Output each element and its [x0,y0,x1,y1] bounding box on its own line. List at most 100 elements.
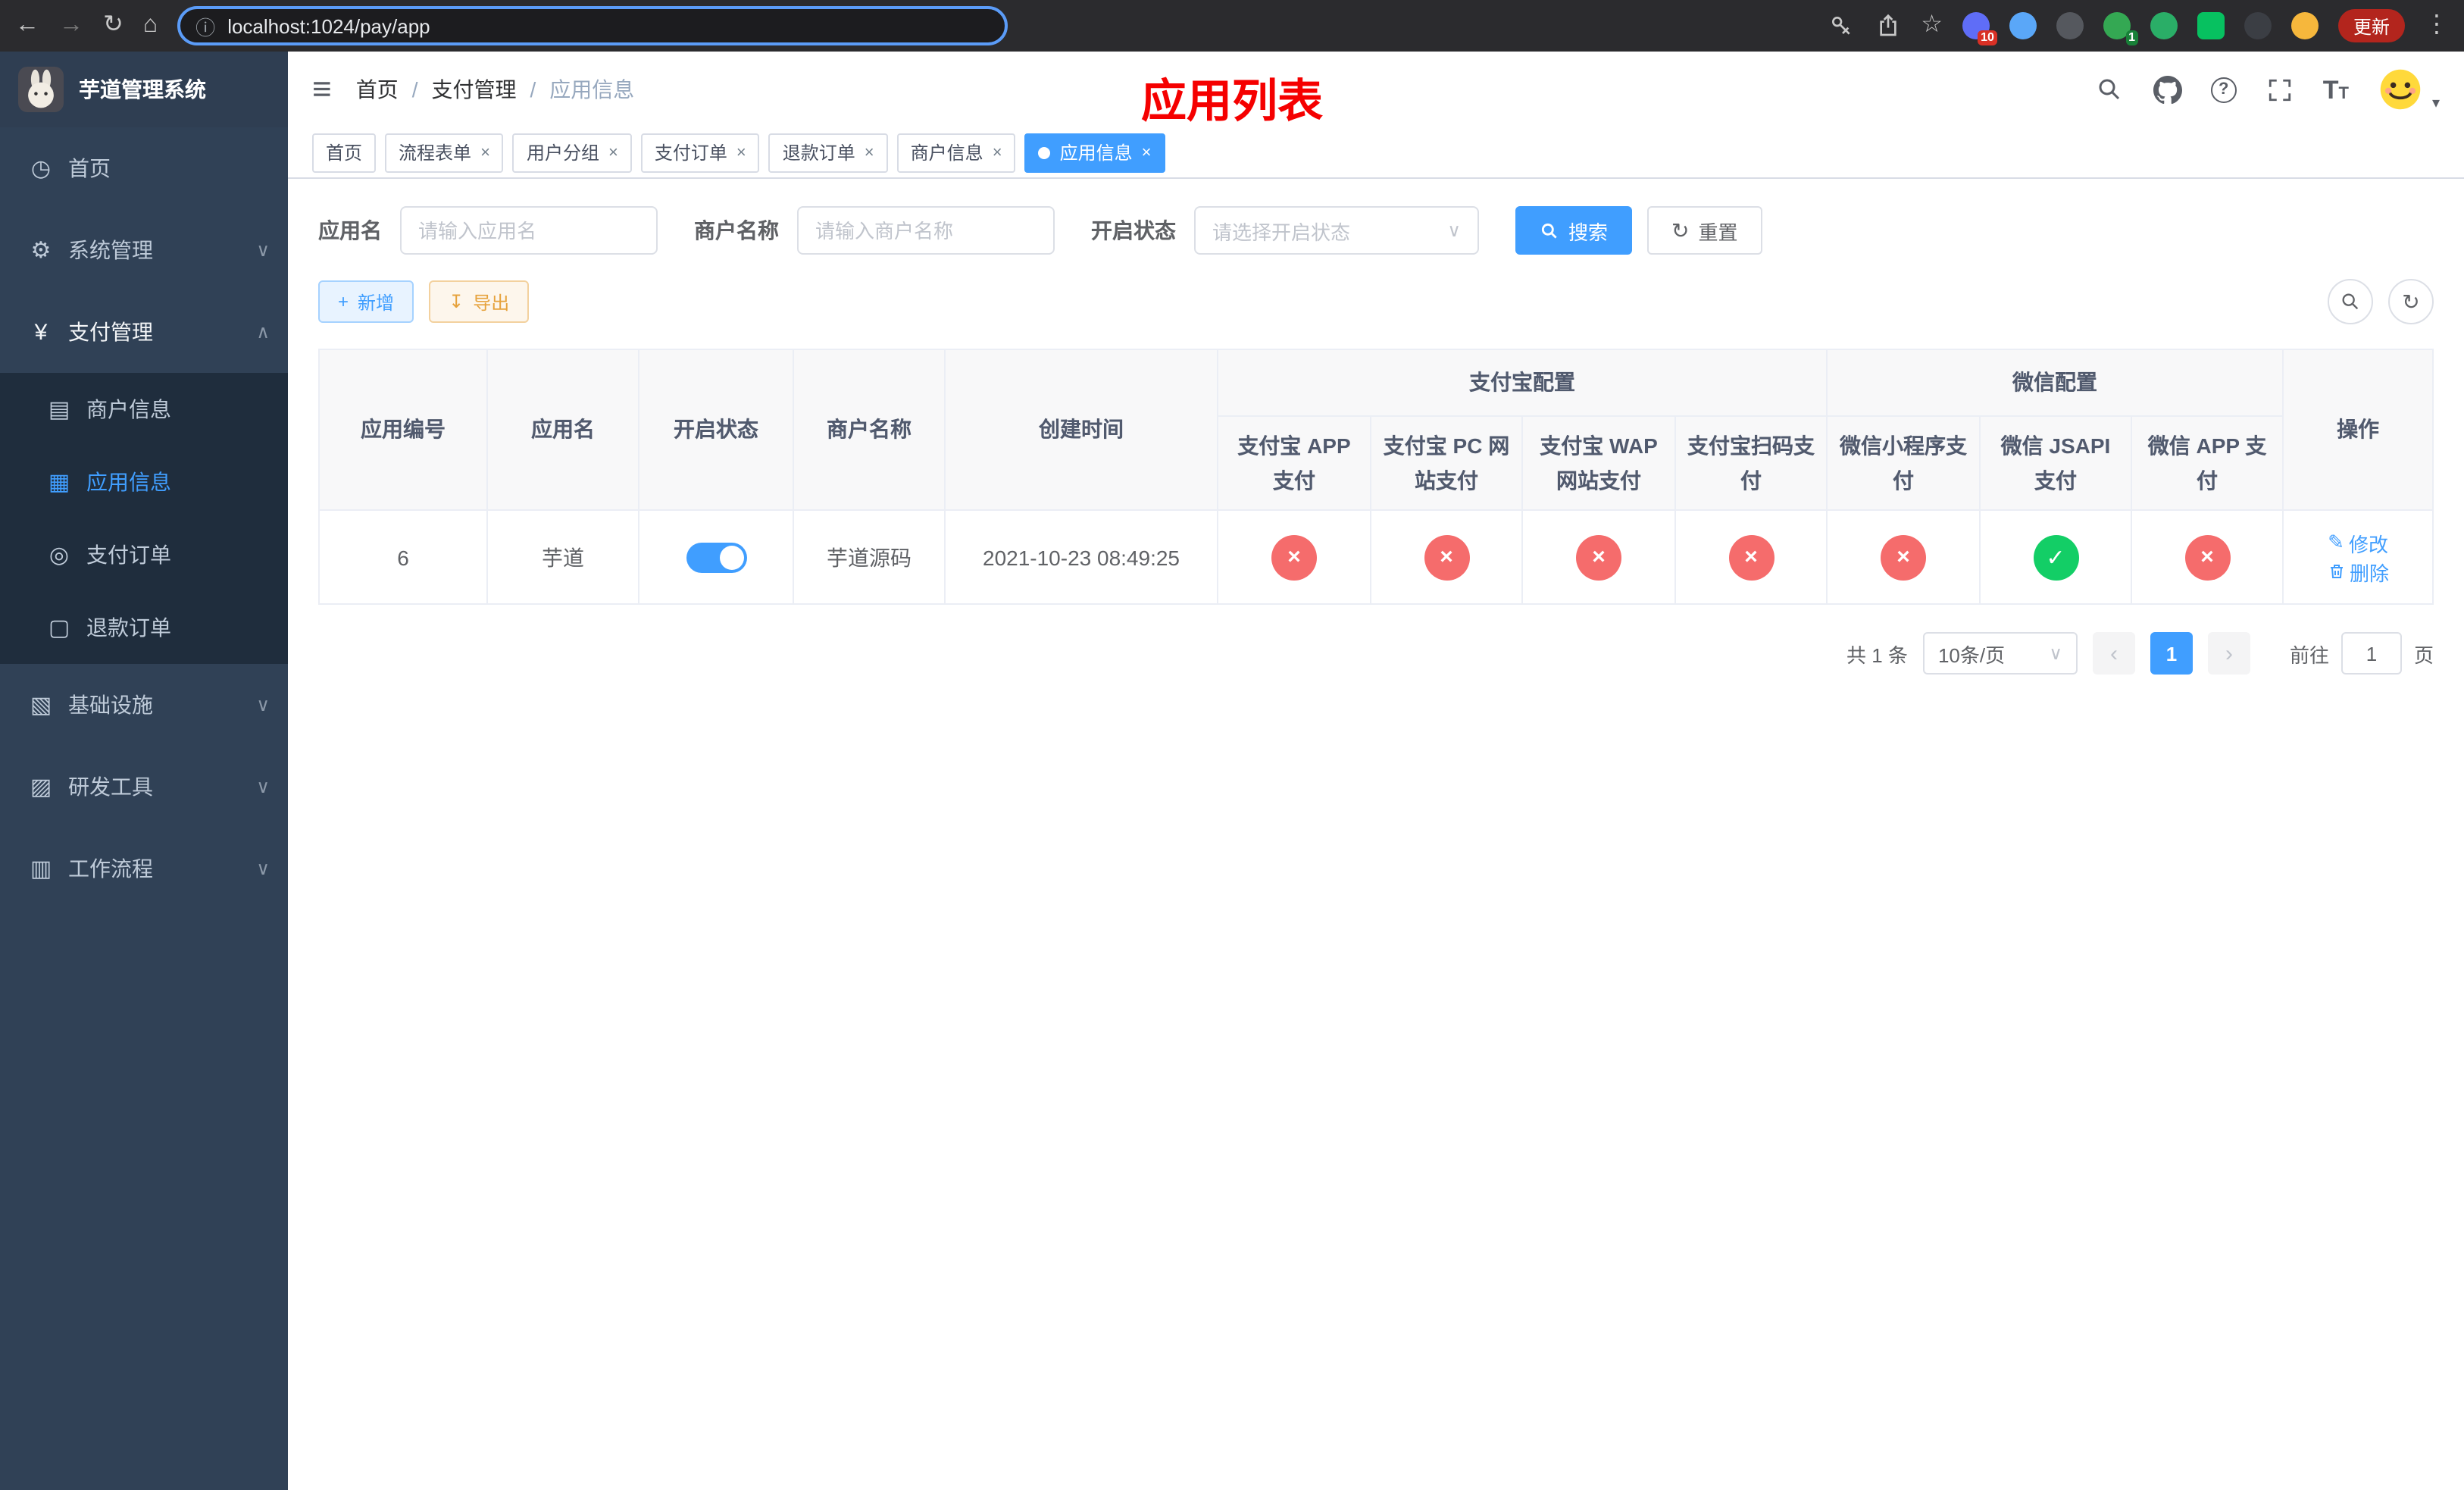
workflow-icon: ▥ [30,856,52,882]
help-icon[interactable]: ? [2210,77,2237,102]
delete-label: 删除 [2350,562,2390,584]
toggle-search-button[interactable] [2328,279,2373,324]
sidebar-item-refund-orders[interactable]: ▢ 退款订单 [0,591,288,664]
sidebar-logo[interactable]: 芋道管理系统 [0,52,288,127]
delete-link[interactable]: 删除 [2327,557,2389,586]
edit-link[interactable]: ✎ 修改 [2328,528,2388,557]
extension-icon-7[interactable] [2244,12,2272,39]
close-icon[interactable]: × [736,143,746,161]
sidebar-item-app-info[interactable]: ▦ 应用信息 [0,446,288,518]
fullscreen-icon[interactable] [2265,75,2294,104]
col-status: 开启状态 [638,349,794,511]
export-button[interactable]: ↧ 导出 [429,280,530,323]
chevron-down-icon: ∨ [256,694,270,715]
sidebar-item-payment[interactable]: ¥ 支付管理 ∧ [0,291,288,373]
col-group-alipay: 支付宝配置 [1217,349,1828,417]
reload-icon[interactable]: ↻ [103,13,124,38]
close-icon[interactable]: × [865,143,874,161]
sidebar-item-merchant-info[interactable]: ▤ 商户信息 [0,373,288,446]
reset-button[interactable]: ↻ 重置 [1647,206,1762,255]
close-icon[interactable]: × [480,143,490,161]
next-page-button[interactable]: › [2207,632,2250,675]
grid-icon: ▦ [48,470,70,496]
font-size-icon[interactable]: TT [2323,77,2349,102]
current-page-button[interactable]: 1 [2150,632,2193,675]
search-icon[interactable] [2096,75,2125,104]
status-label: 开启状态 [1091,218,1176,243]
main-area: ≡ 首页 / 支付管理 / 应用信息 ? T T ▾ 首页 流程表单 × 用户分… [288,52,2464,1490]
back-icon[interactable]: ← [15,13,39,38]
breadcrumb-home[interactable]: 首页 [356,74,399,105]
extension-icon-1[interactable]: 10 [1962,12,1997,45]
col-actions: 操作 [2282,349,2434,511]
extension-icon-8[interactable] [2290,12,2319,39]
sidebar-item-dev-tools[interactable]: ▨ 研发工具 ∨ [0,746,288,828]
sidebar-item-home[interactable]: ◷ 首页 [0,127,288,209]
export-button-label: 导出 [473,292,510,313]
sidebar-item-workflow[interactable]: ▥ 工作流程 ∨ [0,828,288,909]
edit-label: 修改 [2348,533,2388,556]
extension-icon-6[interactable] [2197,12,2225,39]
col-merchant: 商户名称 [793,349,946,511]
tab-app-info[interactable]: 应用信息 × [1024,133,1165,172]
sidebar-item-infrastructure[interactable]: ▧ 基础设施 ∨ [0,664,288,746]
sidebar-item-label: 研发工具 [68,775,153,799]
extension-icon-2[interactable] [2009,12,2037,39]
chevron-down-icon: ∨ [1447,220,1461,241]
sidebar-item-pay-orders[interactable]: ◎ 支付订单 [0,518,288,591]
bookmark-star-icon[interactable]: ☆ [1921,13,1943,38]
site-info-icon[interactable]: ⓘ [195,11,215,40]
sidebar: 芋道管理系统 ◷ 首页 ⚙ 系统管理 ∨ ¥ 支付管理 ∧ ▤ 商户信息 ▦ 应… [0,52,288,1490]
add-button[interactable]: + 新增 [318,280,414,323]
total-count: 共 1 条 [1846,643,1908,666]
close-icon[interactable]: × [1142,143,1152,161]
update-button[interactable]: 更新 [2337,9,2405,42]
search-icon [2342,293,2359,310]
goto-page-input[interactable] [2340,632,2402,675]
yen-icon: ¥ [34,319,48,345]
caret-down-icon[interactable]: ▾ [2432,95,2440,111]
merchant-name-input[interactable] [797,206,1055,255]
tab-home[interactable]: 首页 [312,133,377,172]
chevron-down-icon: ∨ [256,239,270,261]
goto-suffix: 页 [2413,643,2434,666]
sidebar-item-label: 退款订单 [86,615,171,640]
github-icon[interactable] [2153,75,2182,104]
breadcrumb-separator: / [530,77,536,102]
prev-page-button[interactable]: ‹ [2092,632,2135,675]
status-select[interactable]: 请选择开启状态 ∨ [1194,206,1479,255]
col-wx-lite: 微信小程序支付 [1826,415,1981,511]
tab-process-form[interactable]: 流程表单 × [385,133,504,172]
tab-label: 应用信息 [1059,142,1133,164]
tab-pay-orders[interactable]: 支付订单 × [640,133,760,172]
enabled-icon: ✓ [2033,534,2078,580]
forward-icon[interactable]: → [59,13,83,38]
sidebar-item-system[interactable]: ⚙ 系统管理 ∨ [0,209,288,291]
share-icon[interactable] [1874,12,1901,39]
close-icon[interactable]: × [993,143,1002,161]
breadcrumb-separator: / [411,77,418,102]
extension-icon-4[interactable]: 1 [2103,12,2138,45]
col-alipay-qr: 支付宝扫码支付 [1674,415,1828,511]
address-bar[interactable]: ⓘ localhost:1024/pay/app [177,6,1008,45]
app-title: 芋道管理系统 [79,77,206,102]
browser-menu-icon[interactable]: ⋮ [2425,13,2449,38]
dashboard-icon: ◷ [30,156,52,182]
user-avatar[interactable] [2377,67,2423,112]
sidebar-collapse-icon[interactable]: ≡ [312,72,332,106]
close-icon[interactable]: × [608,143,618,161]
breadcrumb-section[interactable]: 支付管理 [431,74,516,105]
extension-icon-3[interactable] [2056,12,2084,39]
app-name-input[interactable] [400,206,658,255]
refresh-table-button[interactable]: ↻ [2388,279,2434,324]
status-toggle[interactable] [686,542,746,572]
home-icon[interactable]: ⌂ [143,13,158,38]
tab-merchant-info[interactable]: 商户信息 × [896,133,1016,172]
search-button[interactable]: 搜索 [1515,206,1633,255]
tab-user-group[interactable]: 用户分组 × [512,133,632,172]
page-size-select[interactable]: 10条/页 ∨ [1922,632,2078,675]
tab-refund-orders[interactable]: 退款订单 × [768,133,888,172]
key-icon[interactable] [1827,12,1854,39]
extension-icon-5[interactable] [2150,12,2178,39]
top-navbar: ≡ 首页 / 支付管理 / 应用信息 ? T T ▾ [288,52,2464,127]
